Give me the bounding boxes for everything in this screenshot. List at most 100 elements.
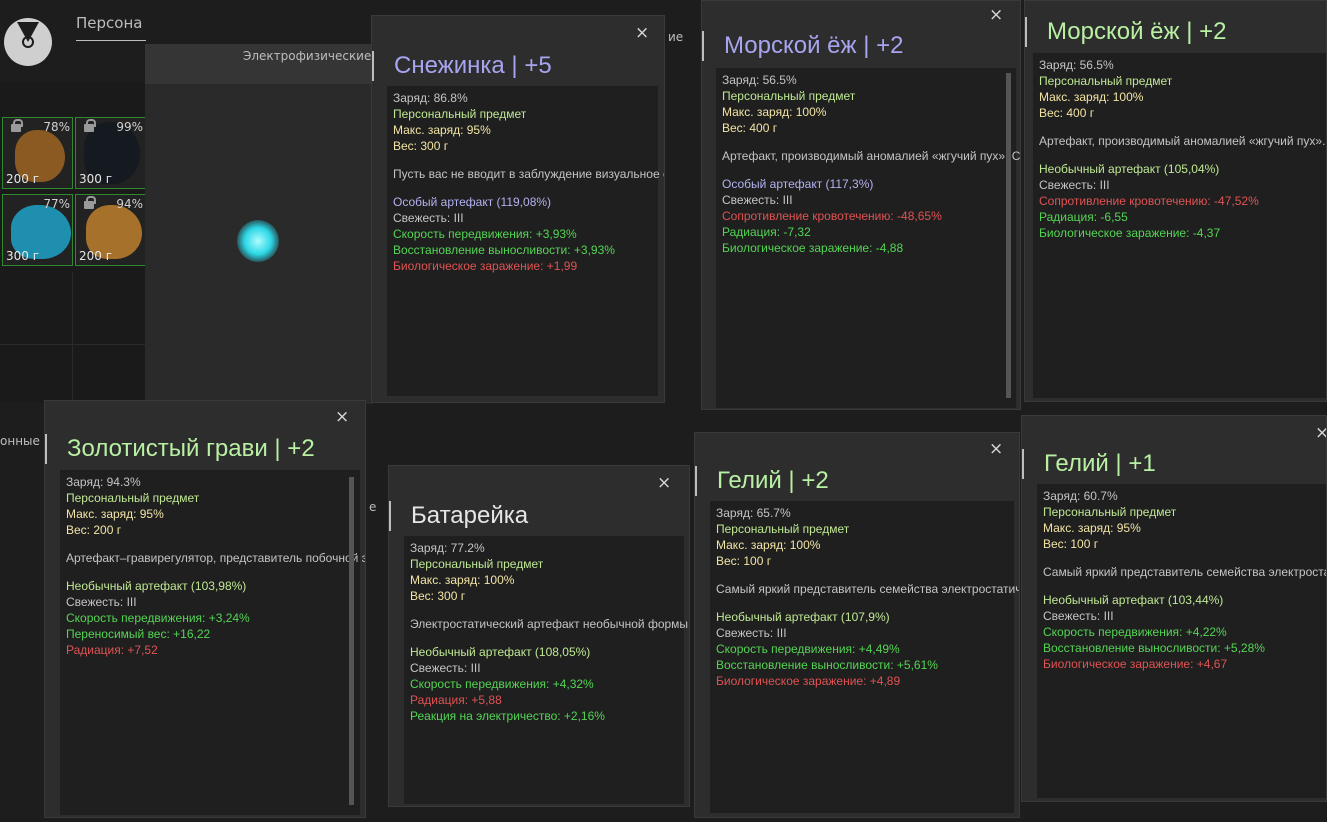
- inventory-slot[interactable]: 78% 200 г: [2, 117, 73, 189]
- max-charge-value: Макс. заряд: 95%: [1043, 521, 1141, 535]
- inventory-slot[interactable]: 99% 300 г: [75, 117, 146, 189]
- rarity-label: Необычный артефакт (103,98%): [66, 579, 247, 593]
- max-charge-value: Макс. заряд: 100%: [410, 573, 515, 587]
- charge-value: Заряд: 56.5%: [1039, 58, 1114, 72]
- lock-icon: [84, 119, 96, 132]
- tab-behind-2[interactable]: онные: [0, 434, 40, 448]
- lock-icon: [84, 196, 96, 209]
- artifact-details: Заряд: 56.5% Персональный предмет Макс. …: [1033, 53, 1326, 398]
- artifact-title: Морской ёж | +2: [1025, 17, 1226, 47]
- charge-value: Заряд: 65.7%: [716, 506, 791, 520]
- artifact-tooltip: × Снежинка | +5 Заряд: 86.8% Персональны…: [371, 15, 665, 403]
- slot-weight: 300 г: [6, 249, 40, 263]
- stat-line: Скорость передвижения: +4,22%: [1043, 625, 1227, 639]
- personal-item-label: Персональный предмет: [1043, 505, 1177, 519]
- stat-line: Радиация: +5,88: [410, 693, 502, 707]
- inventory-slot[interactable]: 94% 200 г: [75, 194, 146, 266]
- close-button[interactable]: ×: [635, 25, 649, 42]
- stat-line: Скорость передвижения: +3,24%: [66, 611, 250, 625]
- freshness-label: Свежесть: III: [410, 661, 481, 675]
- stat-line: Сопротивление кровотечению: -47,52%: [1039, 194, 1259, 208]
- rarity-label: Необычный артефакт (107,9%): [716, 610, 890, 624]
- artifact-title: Гелий | +2: [695, 466, 829, 496]
- rarity-label: Особый артефакт (117,3%): [722, 177, 874, 191]
- weight-value: Вес: 300 г: [393, 139, 449, 153]
- artifact-details: Заряд: 86.8% Персональный предмет Макс. …: [387, 86, 664, 396]
- max-charge-value: Макс. заряд: 95%: [393, 123, 491, 137]
- charge-value: Заряд: 60.7%: [1043, 489, 1118, 503]
- weight-value: Вес: 300 г: [410, 589, 466, 603]
- artifact-title: Золотистый грави | +2: [45, 434, 315, 464]
- close-button[interactable]: ×: [657, 475, 671, 492]
- slot-charge-percent: 99%: [116, 120, 143, 134]
- max-charge-value: Макс. заряд: 100%: [1039, 90, 1144, 104]
- weight-value: Вес: 100 г: [1043, 537, 1099, 551]
- close-button[interactable]: ×: [989, 441, 1003, 458]
- scrollbar[interactable]: [349, 477, 354, 805]
- charge-value: Заряд: 77.2%: [410, 541, 485, 555]
- close-button[interactable]: ×: [335, 409, 349, 426]
- artifact-details: Заряд: 77.2% Персональный предмет Макс. …: [404, 536, 689, 804]
- tab-behind-3[interactable]: е: [369, 500, 376, 514]
- tab-personal[interactable]: Персона: [76, 14, 146, 41]
- freshness-label: Свежесть: III: [1039, 178, 1110, 192]
- slot-charge-percent: 94%: [116, 197, 143, 211]
- stat-line: Скорость передвижения: +3,93%: [393, 227, 577, 241]
- artifact-description: Самый яркий представитель семейства элек…: [716, 582, 1020, 596]
- artifact-tooltip: × Золотистый грави | +2 Заряд: 94.3% Пер…: [44, 400, 366, 818]
- freshness-label: Свежесть: III: [66, 595, 137, 609]
- close-button[interactable]: ×: [1315, 425, 1326, 442]
- stat-line: Биологическое заражение: -4,37: [1039, 226, 1221, 240]
- artifact-description: Артефакт, производимый аномалией «жгучий…: [1039, 134, 1326, 148]
- max-charge-value: Макс. заряд: 100%: [722, 105, 827, 119]
- artifact-description: Артефакт–гравирегулятор, представитель п…: [66, 551, 365, 565]
- stat-line: Биологическое заражение: +4,67: [1043, 657, 1228, 671]
- freshness-label: Свежесть: III: [393, 211, 464, 225]
- personal-item-label: Персональный предмет: [410, 557, 544, 571]
- slot-charge-percent: 77%: [43, 197, 70, 211]
- slot-weight: 200 г: [6, 172, 40, 186]
- game-screen: Персона ие онные е 78% 200 г 99% 300 г 7…: [0, 0, 1327, 822]
- artifact-title: Гелий | +1: [1022, 449, 1156, 479]
- stat-line: Восстановление выносливости: +5,28%: [1043, 641, 1265, 655]
- artifact-tooltip: × Гелий | +1 Заряд: 60.7% Персональный п…: [1021, 415, 1327, 802]
- artifact-description: Самый яркий представитель семейства элек…: [1043, 565, 1326, 579]
- artifact-description: Пусть вас не вводит в заблуждение визуал…: [393, 167, 664, 181]
- rarity-label: Необычный артефакт (105,04%): [1039, 162, 1220, 176]
- stat-line: Радиация: -6,55: [1039, 210, 1128, 224]
- stat-line: Радиация: +7,52: [66, 643, 158, 657]
- weight-value: Вес: 400 г: [722, 121, 778, 135]
- personal-item-label: Персональный предмет: [722, 89, 856, 103]
- stat-line: Переносимый вес: +16,22: [66, 627, 211, 641]
- close-button[interactable]: ×: [989, 7, 1003, 24]
- stat-line: Биологическое заражение: +1,99: [393, 259, 578, 273]
- artifact-preview-panel: Электрофизические: [145, 44, 373, 404]
- artifact-tooltip: × Морской ёж | +2 Заряд: 56.5% Персональ…: [701, 0, 1021, 410]
- stat-line: Биологическое заражение: +4,89: [716, 674, 901, 688]
- charge-value: Заряд: 86.8%: [393, 91, 468, 105]
- artifact-details: Заряд: 94.3% Персональный предмет Макс. …: [60, 470, 365, 815]
- weight-value: Вес: 100 г: [716, 554, 772, 568]
- freshness-label: Свежесть: III: [722, 193, 793, 207]
- weight-value: Вес: 400 г: [1039, 106, 1095, 120]
- slot-weight: 300 г: [79, 172, 113, 186]
- stat-line: Восстановление выносливости: +5,61%: [716, 658, 938, 672]
- artifact-details: Заряд: 60.7% Персональный предмет Макс. …: [1037, 484, 1326, 798]
- stat-line: Восстановление выносливости: +3,93%: [393, 243, 615, 257]
- rarity-label: Необычный артефакт (103,44%): [1043, 593, 1224, 607]
- artifact-title: Батарейка: [389, 501, 528, 531]
- inventory-slot[interactable]: 77% 300 г: [2, 194, 73, 266]
- artifact-tooltip: Морской ёж | +2 Заряд: 56.5% Персональны…: [1024, 0, 1327, 402]
- radiation-logo-icon: [4, 18, 52, 66]
- slot-weight: 200 г: [79, 249, 113, 263]
- tab-electrophysical[interactable]: Электрофизические: [243, 49, 371, 63]
- scrollbar[interactable]: [1006, 73, 1011, 398]
- charge-value: Заряд: 56.5%: [722, 73, 797, 87]
- weight-value: Вес: 200 г: [66, 523, 122, 537]
- personal-item-label: Персональный предмет: [1039, 74, 1173, 88]
- tab-behind-1[interactable]: ие: [668, 30, 683, 44]
- artifact-description: Артефакт, производимый аномалией «жгучий…: [722, 149, 1021, 163]
- max-charge-value: Макс. заряд: 100%: [716, 538, 821, 552]
- artifact-details: Заряд: 65.7% Персональный предмет Макс. …: [710, 501, 1020, 813]
- charge-value: Заряд: 94.3%: [66, 475, 141, 489]
